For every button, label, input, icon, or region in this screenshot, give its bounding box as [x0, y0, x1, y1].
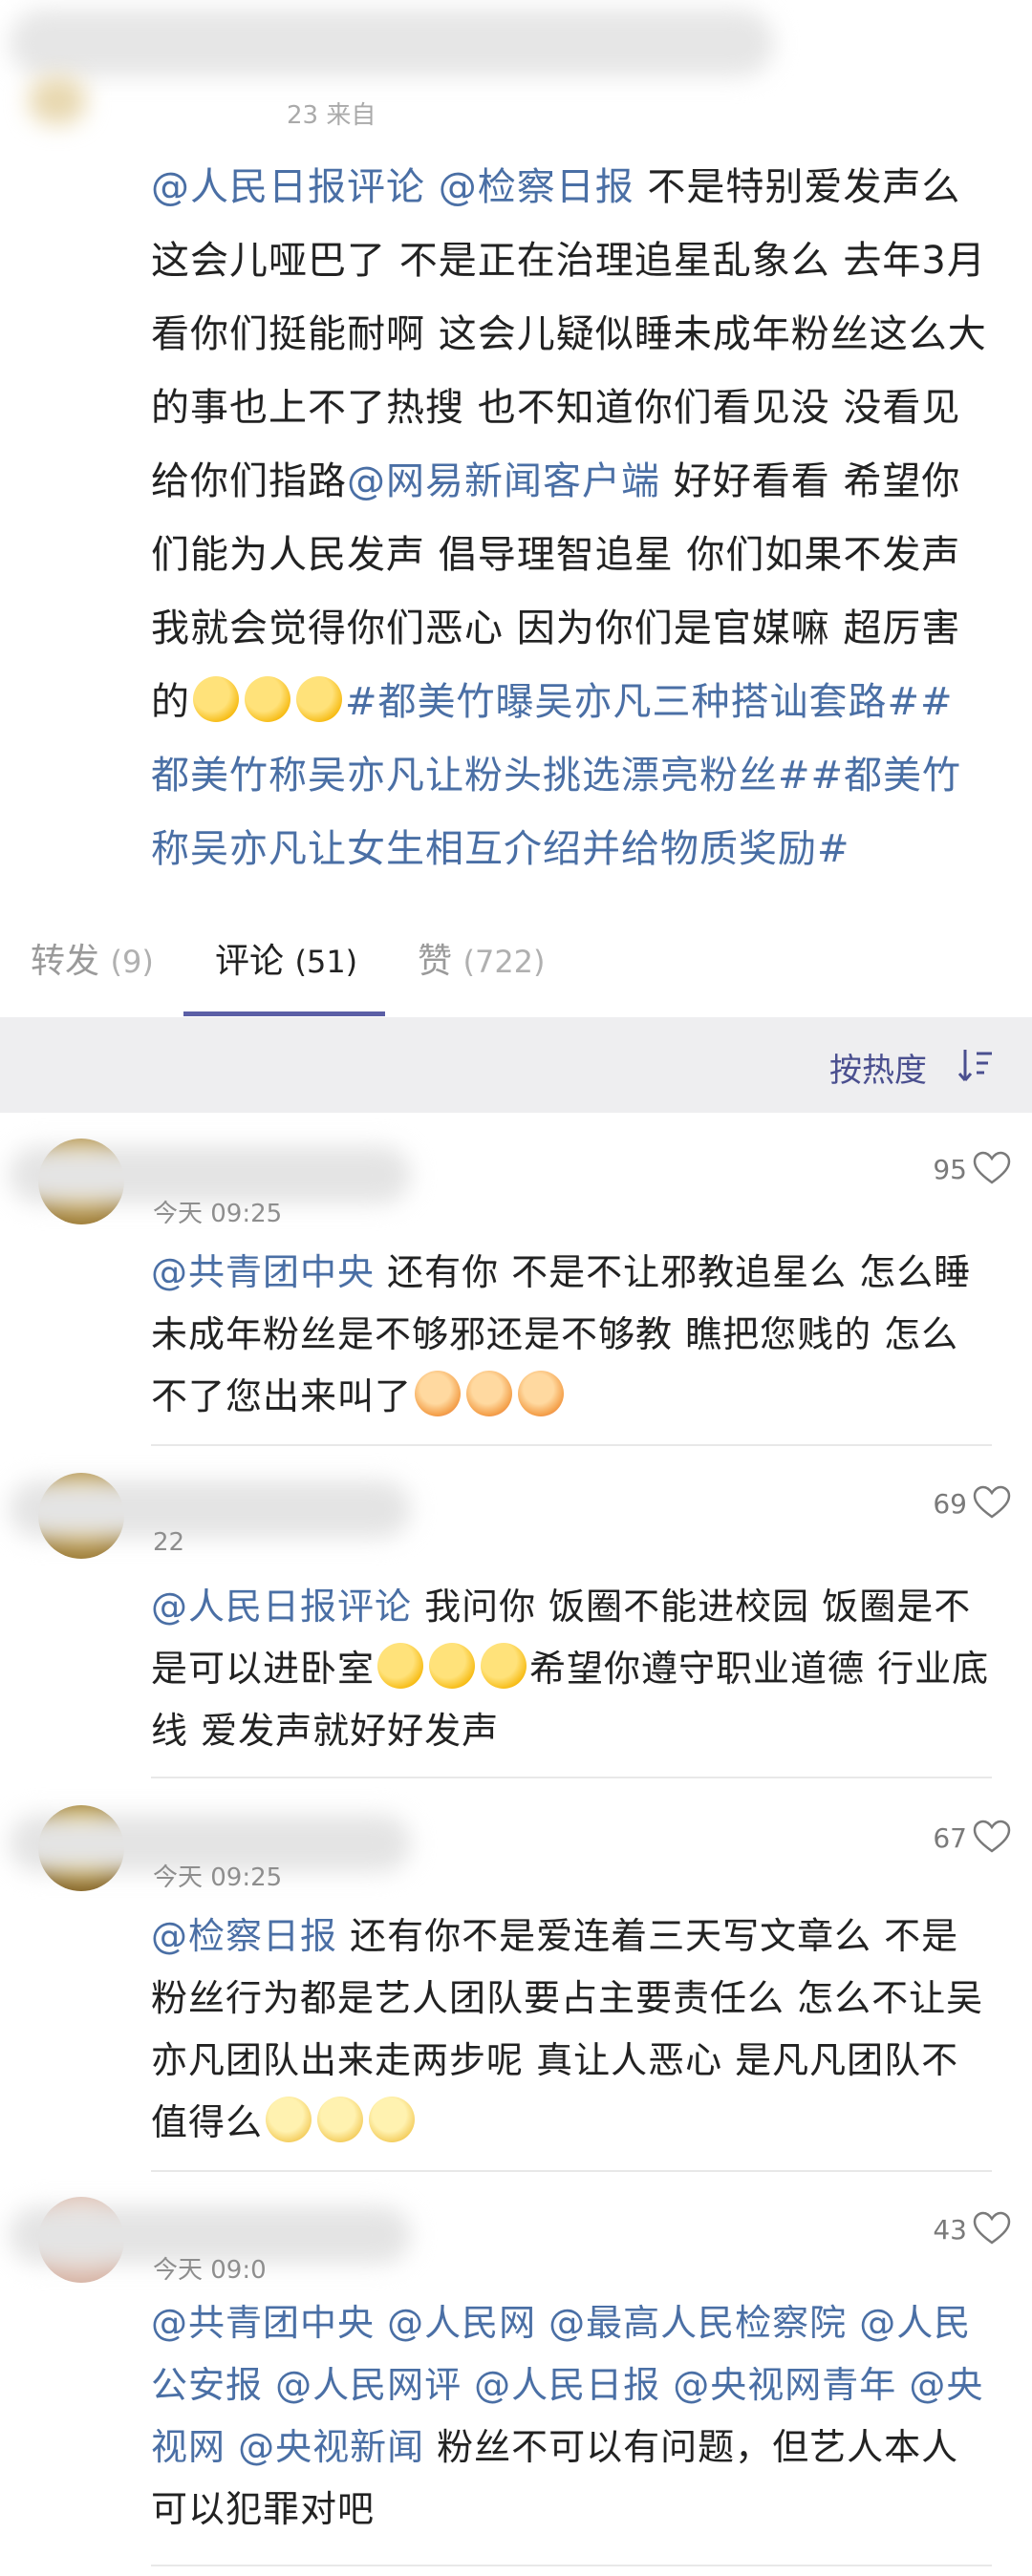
post-body: @人民日报评论 @检察日报 不是特别爱发声么 这会儿哑巴了 不是正在治理追星乱象…	[151, 151, 992, 886]
tab-likes-label: 赞	[418, 942, 453, 981]
hug-emoji-icon	[296, 676, 342, 722]
text-segment	[425, 165, 439, 209]
divider	[151, 2170, 992, 2172]
post-time: 23 来自	[287, 101, 376, 130]
like-count: 69	[933, 1488, 967, 1520]
tab-likes-count: (722)	[462, 944, 546, 980]
comment-text: @人民日报评论 我问你 饭圈不能进校园 饭圈是不是可以进卧室 希望你遵守职业道德 …	[151, 1576, 992, 1762]
heart-icon[interactable]	[973, 1484, 1011, 1522]
comment-text: @检察日报 还有你不是爱连着三天写文章么 不是粉丝行为都是艺人团队要占主要责任么…	[151, 1905, 992, 2154]
like-count: 95	[933, 1154, 967, 1185]
comment-item: 今天 09:0 43 @共青团中央 @人民网 @最高人民检察院 @人民公安报 @…	[0, 2187, 1032, 2560]
heart-icon[interactable]	[973, 1819, 1011, 1857]
mention-link[interactable]: @共青团中央	[151, 1251, 375, 1293]
hug-emoji-icon	[377, 1643, 424, 1689]
mention-link[interactable]: @人民日报评论	[151, 165, 425, 209]
sad-emoji-icon	[266, 2097, 312, 2142]
hug-emoji-icon	[481, 1643, 527, 1689]
sort-by-hot-button[interactable]: 按热度	[829, 1044, 927, 1091]
comment-time: 今天 09:25	[153, 1863, 283, 1892]
sort-bar: 按热度	[0, 1017, 1032, 1113]
comment-item: 22 69 @人民日报评论 我问你 饭圈不能进校园 饭圈是不是可以进卧室 希望你遵…	[0, 1461, 1032, 1777]
tab-reposts-label: 转发	[31, 942, 100, 981]
divider	[151, 1777, 992, 1778]
vomit-emoji-icon	[415, 1371, 462, 1416]
post-header: 23 来自	[0, 0, 1032, 143]
divider	[151, 1444, 992, 1446]
tab-comments[interactable]: 评论 (51)	[215, 933, 357, 983]
hug-emoji-icon	[429, 1643, 476, 1689]
like-count: 67	[933, 1822, 967, 1854]
text-segment: 不是特别爱发声么 这会儿哑巴了 不是正在治理追星乱象么 去年3月看你们挺能耐啊 …	[151, 165, 987, 503]
hug-emoji-icon	[193, 676, 239, 722]
tab-reposts[interactable]: 转发 (9)	[31, 933, 154, 983]
tab-reposts-count: (9)	[110, 944, 154, 980]
tab-likes[interactable]: 赞 (722)	[418, 933, 546, 983]
vomit-emoji-icon	[518, 1371, 565, 1416]
divider	[151, 2565, 992, 2566]
comment-text: @共青团中央 @人民网 @最高人民检察院 @人民公安报 @人民网评 @人民日报 …	[151, 2292, 992, 2541]
sad-emoji-icon	[317, 2097, 364, 2142]
avatar[interactable]	[29, 76, 86, 124]
comment-text: @共青团中央 还有你 不是不让邪教追星么 怎么睡未成年粉丝是不够邪还是不够教 瞧…	[151, 1242, 992, 1428]
comment-time: 今天 09:25	[153, 1200, 283, 1228]
tab-bar: 转发 (9) 评论 (51) 赞 (722)	[0, 912, 1032, 1017]
heart-icon[interactable]	[973, 1150, 1011, 1188]
obscured-username	[10, 1480, 411, 1538]
sad-emoji-icon	[369, 2097, 416, 2142]
mention-link[interactable]: @检察日报	[151, 1915, 337, 1957]
mention-link[interactable]: @人民日报评论	[151, 1586, 412, 1628]
mention-link[interactable]: @检察日报	[439, 165, 634, 209]
mention-link[interactable]: @网易新闻客户端	[347, 459, 660, 503]
sort-icon[interactable]	[956, 1046, 994, 1084]
vomit-emoji-icon	[466, 1371, 513, 1416]
obscured-username	[10, 10, 774, 76]
active-tab-indicator	[183, 1011, 385, 1016]
comment-item: 今天 09:25 67 @检察日报 还有你不是爱连着三天写文章么 不是粉丝行为都…	[0, 1796, 1032, 2168]
comment-time: 22	[153, 1528, 185, 1557]
heart-icon[interactable]	[973, 2210, 1011, 2248]
tab-comments-count: (51)	[294, 944, 358, 980]
comment-time: 今天 09:0	[153, 2256, 267, 2285]
tab-comments-label: 评论	[215, 942, 285, 981]
hug-emoji-icon	[245, 676, 290, 722]
comment-item: 今天 09:25 95 @共青团中央 还有你 不是不让邪教追星么 怎么睡未成年粉…	[0, 1127, 1032, 1442]
like-count: 43	[933, 2214, 967, 2246]
